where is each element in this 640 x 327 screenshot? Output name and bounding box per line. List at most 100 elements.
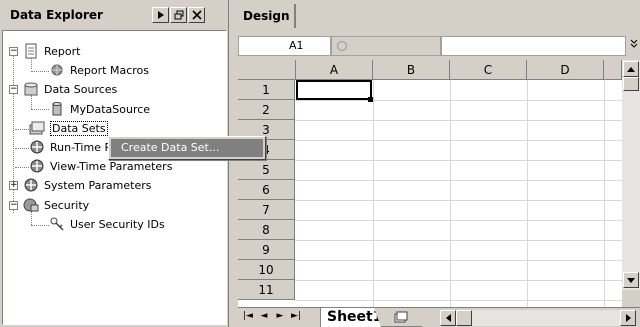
tree-item-label: Report: [44, 44, 81, 58]
close-icon[interactable]: [188, 7, 205, 23]
tree-item-label: MyDataSource: [70, 102, 151, 116]
tree-connector: [31, 225, 49, 226]
column-header[interactable]: C: [450, 60, 527, 80]
row-header[interactable]: 2: [238, 100, 295, 120]
grid-line: [527, 80, 528, 307]
next-sheet-icon[interactable]: ►: [274, 311, 286, 321]
scroll-thumb[interactable]: [623, 77, 639, 91]
grid-line: [295, 140, 622, 141]
grid-line: [295, 260, 622, 261]
chevron-down-icon[interactable]: [630, 39, 638, 52]
column-header[interactable]: D: [527, 60, 604, 80]
grid-line: [295, 300, 622, 301]
column-header[interactable]: B: [373, 60, 450, 80]
function-area[interactable]: [331, 36, 441, 56]
parameter-icon: [23, 177, 39, 193]
formula-bar: A1: [238, 36, 640, 58]
tree-item-system-parameters[interactable]: System Parameters: [23, 176, 151, 194]
grid-line: [450, 80, 451, 307]
expander-system-parameters[interactable]: +: [9, 181, 18, 190]
grid-line: [295, 160, 622, 161]
active-cell[interactable]: [296, 80, 372, 100]
design-panel: Design A1 A B C D 1 2 3 4 5 6 7 8 9 10 1…: [230, 0, 640, 327]
tree-item-label: User Security IDs: [70, 217, 165, 231]
grid-line: [295, 120, 622, 121]
row-header[interactable]: 10: [238, 260, 295, 280]
row-header[interactable]: 9: [238, 240, 295, 260]
spreadsheet-grid[interactable]: A B C D 1 2 3 4 5 6 7 8 9 10 11: [238, 60, 622, 307]
tree-item-label: Data Sets: [50, 120, 108, 136]
grid-line: [295, 240, 622, 241]
horizontal-scroll-thumb[interactable]: [456, 310, 472, 326]
restore-icon[interactable]: [170, 7, 187, 23]
fill-handle[interactable]: [368, 97, 373, 102]
row-header[interactable]: 11: [238, 280, 295, 300]
macro-icon: [49, 62, 65, 78]
last-sheet-icon[interactable]: ►|: [290, 311, 302, 321]
explorer-tree: − Report Report Macros − Data Sources My…: [2, 30, 227, 325]
grid-line: [295, 220, 622, 221]
scroll-down-icon[interactable]: [623, 272, 639, 288]
first-sheet-icon[interactable]: |◄: [242, 311, 254, 321]
parameter-icon: [29, 158, 45, 174]
tree-item-label: Data Sources: [44, 82, 118, 96]
function-icon: [336, 40, 348, 55]
select-all-corner[interactable]: [238, 60, 296, 80]
explorer-header: Data Explorer: [2, 2, 227, 28]
row-header[interactable]: 8: [238, 220, 295, 240]
cell-reference-box[interactable]: A1: [238, 36, 331, 56]
row-header[interactable]: 1: [238, 80, 295, 100]
column-header[interactable]: [604, 60, 622, 80]
grid-line: [295, 200, 622, 201]
parameter-icon: [29, 139, 45, 155]
scroll-left-icon[interactable]: [440, 310, 456, 326]
tree-item-mydatasource[interactable]: MyDataSource: [49, 100, 150, 118]
play-icon[interactable]: [152, 7, 169, 23]
tree-connector: [31, 109, 49, 110]
tree-item-report[interactable]: Report: [23, 42, 80, 60]
tree-connector: [15, 129, 29, 130]
tab-design[interactable]: Design: [234, 4, 296, 28]
grid-line: [295, 280, 622, 281]
expander-report[interactable]: −: [9, 47, 18, 56]
horizontal-scrollbar[interactable]: [440, 310, 636, 326]
expander-security[interactable]: −: [9, 201, 18, 210]
tree-item-data-sets[interactable]: Data Sets: [29, 119, 108, 137]
sheet-tab-bar: |◄ ◄ ► ►| Sheet1: [238, 307, 640, 327]
database-icon: [49, 101, 65, 117]
tree-item-label: View-Time Parameters: [50, 159, 173, 173]
tree-item-data-sources[interactable]: Data Sources: [23, 80, 117, 98]
new-sheet-icon: [394, 311, 408, 326]
tree-connector: [15, 167, 29, 168]
key-icon: [49, 216, 65, 232]
grid-line: [295, 100, 622, 101]
tree-item-user-security-ids[interactable]: User Security IDs: [49, 215, 165, 233]
tree-item-label: System Parameters: [44, 178, 152, 192]
tree-item-label: Security: [44, 198, 90, 212]
datasource-icon: [23, 81, 39, 97]
scroll-up-icon[interactable]: [623, 61, 639, 77]
explorer-title: Data Explorer: [10, 8, 103, 22]
formula-input[interactable]: [441, 36, 626, 56]
dataset-icon: [29, 120, 45, 136]
tree-connector: [31, 71, 49, 72]
tree-item-report-macros[interactable]: Report Macros: [49, 61, 149, 79]
row-header[interactable]: 5: [238, 160, 295, 180]
data-explorer-panel: Data Explorer − Report Report Macros − D…: [0, 0, 266, 327]
column-header[interactable]: A: [296, 60, 373, 80]
menu-item-create-data-set[interactable]: Create Data Set...: [111, 139, 263, 157]
report-icon: [23, 43, 39, 59]
vertical-scrollbar[interactable]: [622, 60, 640, 290]
tree-item-label: Report Macros: [70, 63, 149, 77]
tree-item-security[interactable]: Security: [23, 196, 89, 214]
context-menu: Create Data Set...: [108, 136, 266, 160]
expander-data-sources[interactable]: −: [9, 85, 18, 94]
add-sheet-tab[interactable]: [374, 308, 432, 327]
security-icon: [23, 197, 39, 213]
tree-connector: [15, 148, 29, 149]
scroll-right-icon[interactable]: [620, 310, 636, 326]
row-header[interactable]: 7: [238, 200, 295, 220]
row-header[interactable]: 6: [238, 180, 295, 200]
prev-sheet-icon[interactable]: ◄: [258, 311, 270, 321]
grid-line: [604, 80, 605, 307]
